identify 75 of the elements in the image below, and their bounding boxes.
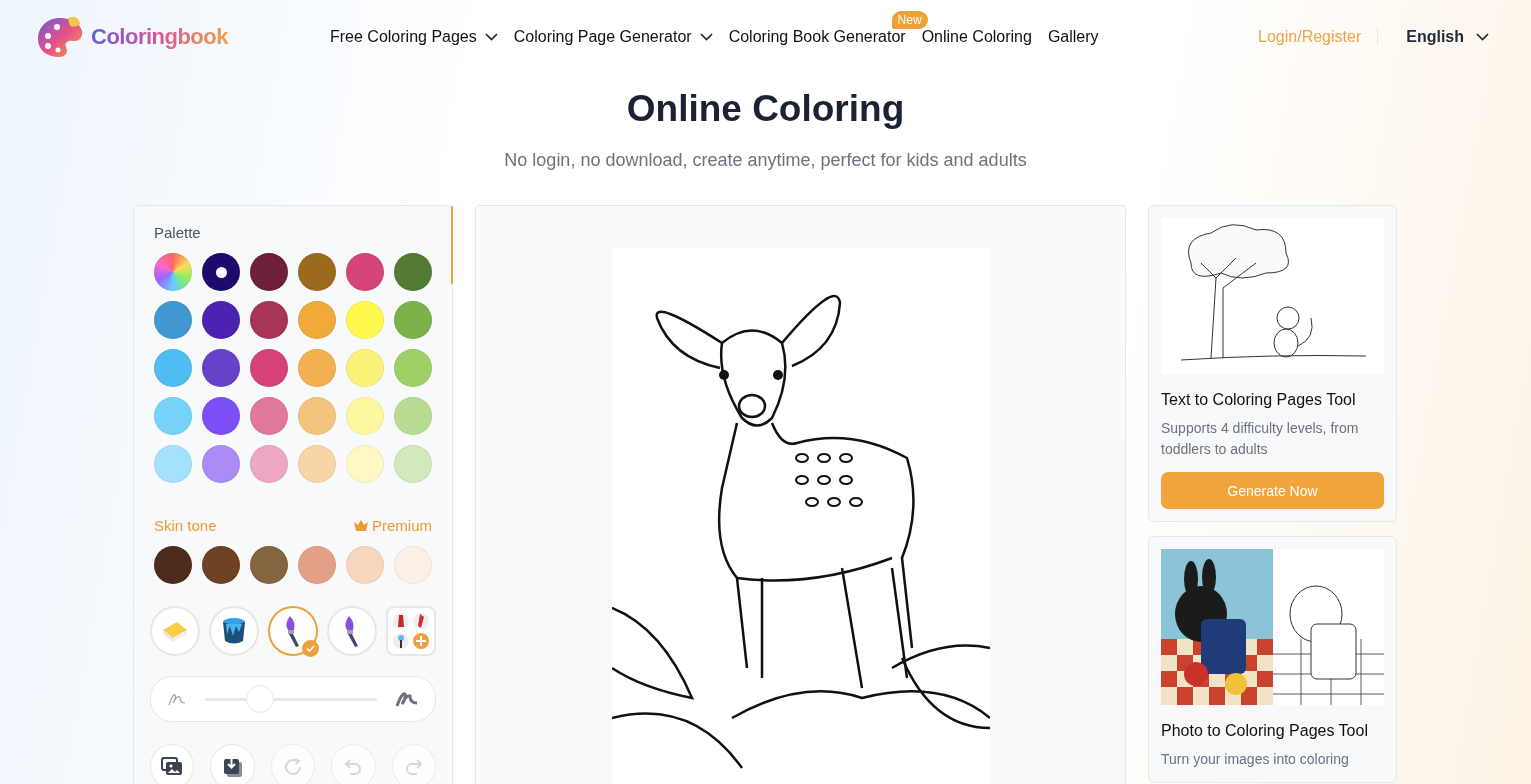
nav-link[interactable]: Online Coloring xyxy=(921,28,1032,46)
page-title: Online Coloring xyxy=(626,88,905,130)
card-title: Text to Coloring Pages Tool xyxy=(1161,391,1357,409)
bucket-tool[interactable] xyxy=(209,606,259,656)
nav-link[interactable]: Gallery xyxy=(1047,28,1099,46)
language-dropdown[interactable]: English xyxy=(1406,28,1489,46)
color-swatch[interactable] xyxy=(346,349,384,387)
card-description: Supports 4 difficulty levels, from toddlers to adults xyxy=(1161,419,1360,459)
color-swatch[interactable] xyxy=(298,349,336,387)
color-swatch[interactable] xyxy=(298,301,336,339)
skin-tone-swatch[interactable] xyxy=(154,546,192,584)
color-picker-swatch[interactable] xyxy=(154,253,192,291)
color-swatch[interactable] xyxy=(154,397,192,435)
new-badge: New xyxy=(891,11,928,29)
color-swatch[interactable] xyxy=(202,301,240,339)
check-icon xyxy=(302,640,319,657)
card-description: Turn your images into coloring xyxy=(1161,750,1350,769)
scrollbar-thumb[interactable] xyxy=(451,206,453,284)
palette-label: Palette xyxy=(154,224,202,241)
card-title: Photo to Coloring Pages Tool xyxy=(1161,722,1369,740)
brush-tool[interactable] xyxy=(268,606,318,656)
crown-icon xyxy=(354,520,368,531)
color-swatch[interactable] xyxy=(346,253,384,291)
color-swatch[interactable] xyxy=(394,253,432,291)
color-swatch[interactable] xyxy=(202,445,240,483)
chevron-down-icon xyxy=(699,33,713,41)
color-swatch[interactable] xyxy=(346,445,384,483)
color-swatch[interactable] xyxy=(154,301,192,339)
nav-link[interactable]: Free Coloring Pages xyxy=(330,28,498,46)
skin-tone-swatch[interactable] xyxy=(298,546,336,584)
color-swatch[interactable] xyxy=(250,301,288,339)
color-swatch[interactable] xyxy=(394,445,432,483)
slider-thumb[interactable] xyxy=(246,684,275,713)
color-swatch[interactable] xyxy=(394,349,432,387)
markers-icon xyxy=(391,611,431,651)
skin-tone-swatch[interactable] xyxy=(202,546,240,584)
palette-logo-icon xyxy=(38,16,83,58)
color-swatch[interactable] xyxy=(250,445,288,483)
nav-link[interactable]: Coloring Page Generator xyxy=(513,28,713,46)
color-swatch[interactable] xyxy=(298,253,336,291)
skin-tone-swatch[interactable] xyxy=(394,546,432,584)
color-swatch[interactable] xyxy=(202,349,240,387)
chevron-down-icon xyxy=(484,33,498,41)
download-button[interactable] xyxy=(210,744,255,784)
redo-icon xyxy=(404,757,423,776)
color-swatch[interactable] xyxy=(394,397,432,435)
brush-size-slider[interactable] xyxy=(150,676,436,722)
color-swatch[interactable] xyxy=(250,397,288,435)
color-swatch[interactable] xyxy=(250,253,288,291)
color-swatch[interactable] xyxy=(394,301,432,339)
paint-bucket-icon xyxy=(220,616,248,646)
color-swatch[interactable] xyxy=(202,253,240,291)
skin-tone-label: Skin tone xyxy=(154,517,217,534)
thin-stroke-icon xyxy=(167,691,187,707)
premium-text: Premium xyxy=(372,517,432,534)
color-swatch[interactable] xyxy=(250,349,288,387)
chevron-down-icon xyxy=(1476,33,1489,41)
thick-stroke-icon xyxy=(395,690,419,708)
color-swatch[interactable] xyxy=(154,349,192,387)
page-subtitle: No login, no download, create anytime, perfect for kids and adults xyxy=(504,150,1027,171)
color-swatch[interactable] xyxy=(298,397,336,435)
color-swatch[interactable] xyxy=(298,445,336,483)
gallery-button[interactable] xyxy=(150,744,195,784)
more-brushes-button[interactable] xyxy=(386,606,436,656)
color-swatch[interactable] xyxy=(202,397,240,435)
skin-tone-swatch[interactable] xyxy=(250,546,288,584)
nav-link[interactable]: Coloring Book Generator xyxy=(728,28,906,46)
color-swatch[interactable] xyxy=(346,301,384,339)
color-swatch[interactable] xyxy=(154,445,192,483)
eraser-tool[interactable] xyxy=(150,606,200,656)
images-icon xyxy=(161,756,184,777)
skin-tone-swatch[interactable] xyxy=(346,546,384,584)
color-swatch[interactable] xyxy=(346,397,384,435)
refresh-icon xyxy=(283,756,303,777)
undo-icon xyxy=(344,757,363,776)
